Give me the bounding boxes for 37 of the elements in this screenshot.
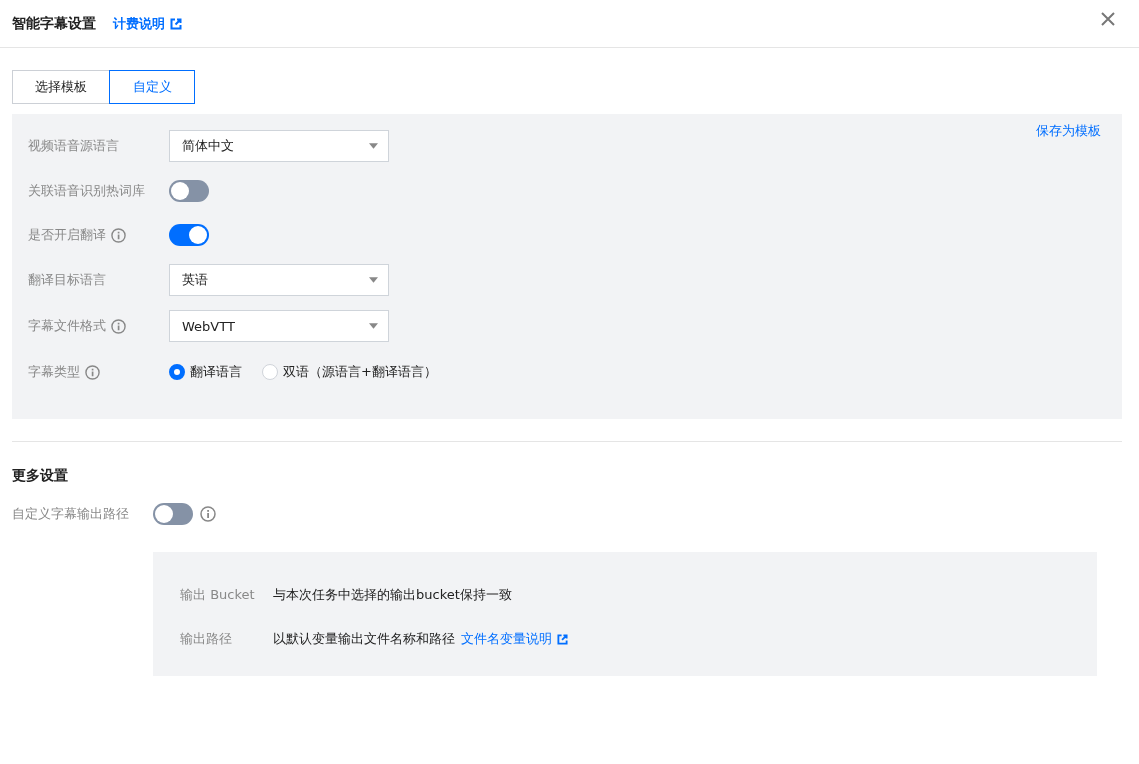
pricing-link[interactable]: 计费说明 [113,14,165,33]
info-icon[interactable] [200,506,216,522]
close-icon[interactable] [1101,12,1115,26]
external-link-icon [557,633,568,645]
dropdown-select[interactable]: 英语 [169,264,389,296]
field-label: 关联语音识别热词库 [28,182,145,200]
caret-icon [369,277,378,283]
field-label: 视频语音源语言 [28,137,119,155]
field-label: 翻译目标语言 [28,271,106,289]
field-label: 输出 Bucket [180,586,256,604]
caret-icon [369,143,378,149]
field-value: 以默认变量输出文件名称和路径 [273,630,455,648]
info-icon[interactable] [111,318,126,334]
radio-button[interactable] [169,364,185,380]
tab[interactable]: 选择模板 [12,70,110,104]
toggle-switch[interactable] [153,503,193,525]
field-label: 输出路径 [180,630,233,648]
toggle-switch[interactable] [169,224,209,246]
info-icon[interactable] [111,227,126,243]
dropdown-select[interactable]: 简体中文 [169,130,389,162]
external-link-icon [170,17,182,30]
field-value: 与本次任务中选择的输出bucket保持一致 [273,586,512,604]
info-icon[interactable] [85,364,100,380]
save-as-template-link[interactable]: 保存为模板 [1036,122,1101,140]
radio-option[interactable]: 双语（源语言+翻译语言） [262,363,437,381]
caret-icon [369,323,378,329]
toggle-switch[interactable] [169,180,209,202]
field-label: 字幕类型 [28,363,80,381]
dropdown-select[interactable]: WebVTT [169,310,389,342]
field-label: 是否开启翻译 [28,226,106,244]
field-label: 字幕文件格式 [28,317,106,335]
dialog-title: 智能字幕设置 [12,14,96,33]
radio-option[interactable]: 翻译语言 [169,363,242,381]
variable-help-link[interactable]: 文件名变量说明 [461,630,552,648]
section-title: 更多设置 [12,467,69,485]
field-label: 自定义字幕输出路径 [12,505,130,523]
tab[interactable]: 自定义 [109,70,195,104]
